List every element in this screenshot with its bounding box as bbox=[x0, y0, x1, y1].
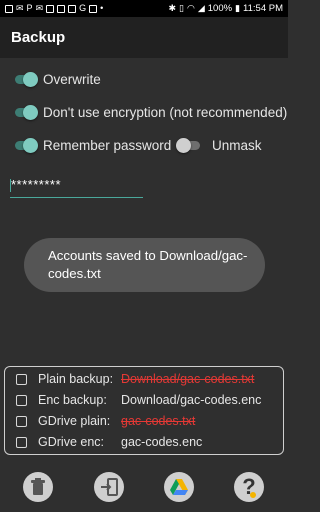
backup-files-panel: Plain backup: Download/gac-codes.txt Enc… bbox=[4, 366, 284, 455]
plain-backup-checkbox[interactable] bbox=[16, 373, 27, 385]
clock: 11:54 PM bbox=[243, 3, 283, 14]
page-title: Backup bbox=[11, 29, 66, 46]
no-encryption-switch[interactable] bbox=[13, 104, 39, 120]
vibrate-icon: ▯ bbox=[179, 3, 184, 13]
linkedin-icon bbox=[46, 4, 55, 13]
app-bar: Backup bbox=[0, 17, 288, 58]
notification-icon bbox=[89, 4, 98, 13]
status-system: ✱ ▯ ◠ ◢ 100% ▮ 11:54 PM bbox=[168, 3, 283, 14]
overwrite-switch[interactable] bbox=[13, 71, 39, 87]
password-value: ********* bbox=[11, 177, 62, 192]
file-row-enc-backup[interactable]: Enc backup: bbox=[16, 393, 107, 407]
mail-icon: ✉ bbox=[35, 3, 44, 13]
file-row-plain-backup[interactable]: Plain backup: bbox=[16, 372, 113, 386]
file-row-gdrive-plain[interactable]: GDrive plain: bbox=[16, 414, 110, 428]
file-name: Download/gac-codes.enc bbox=[121, 393, 262, 407]
unmask-label: Unmask bbox=[212, 137, 262, 153]
unmask-toggle-row[interactable]: Unmask bbox=[176, 137, 262, 153]
wifi-icon: ◠ bbox=[186, 3, 195, 13]
remember-password-toggle-row[interactable]: Remember password bbox=[13, 137, 171, 153]
remember-password-label: Remember password bbox=[43, 137, 172, 153]
bluetooth-icon: ✱ bbox=[168, 3, 177, 13]
google-drive-button[interactable] bbox=[164, 472, 194, 502]
help-icon: ? bbox=[242, 475, 256, 499]
toast-text: Accounts saved to Download/gac-codes.txt bbox=[48, 248, 248, 281]
enc-backup-checkbox[interactable] bbox=[16, 394, 27, 406]
file-label: Plain backup: bbox=[38, 372, 114, 386]
import-icon bbox=[101, 478, 118, 496]
unmask-switch[interactable] bbox=[176, 137, 202, 153]
file-row-gdrive-enc[interactable]: GDrive enc: bbox=[16, 435, 104, 449]
file-label: GDrive enc: bbox=[38, 435, 104, 449]
file-name: gac-codes.enc bbox=[121, 435, 203, 449]
toast-message: Accounts saved to Download/gac-codes.txt bbox=[24, 238, 265, 292]
google-icon: G bbox=[79, 3, 87, 13]
status-icons: ✉ P ✉ G • bbox=[5, 4, 103, 13]
file-label: Enc backup: bbox=[38, 393, 107, 407]
gdrive-enc-checkbox[interactable] bbox=[16, 436, 27, 448]
paypal-icon: P bbox=[26, 3, 33, 13]
battery-icon: ▮ bbox=[235, 3, 241, 13]
overwrite-label: Overwrite bbox=[43, 71, 101, 87]
no-encryption-label: Don't use encryption (not recommended) bbox=[43, 104, 288, 120]
file-name: gac-codes.txt bbox=[121, 414, 196, 428]
battery-percent: 100% bbox=[207, 3, 233, 14]
status-bar: ✉ P ✉ G • ✱ ▯ ◠ ◢ 100% ▮ 11:54 PM bbox=[0, 0, 288, 17]
password-input[interactable]: ********* bbox=[10, 176, 143, 198]
notification-icon bbox=[57, 4, 66, 13]
file-name: Download/gac-codes.txt bbox=[121, 372, 255, 386]
overwrite-toggle-row[interactable]: Overwrite bbox=[13, 71, 101, 87]
remember-password-switch[interactable] bbox=[13, 137, 39, 153]
google-drive-icon bbox=[170, 479, 188, 495]
mail-icon: ✉ bbox=[16, 3, 24, 13]
image-icon bbox=[68, 4, 77, 13]
file-label: GDrive plain: bbox=[38, 414, 111, 428]
import-button[interactable] bbox=[94, 472, 124, 502]
more-icon: • bbox=[100, 3, 104, 13]
signal-icon: ◢ bbox=[197, 3, 205, 13]
gdrive-plain-checkbox[interactable] bbox=[16, 415, 27, 427]
notification-icon bbox=[5, 4, 13, 13]
delete-button[interactable] bbox=[23, 472, 53, 502]
trash-icon bbox=[31, 478, 45, 495]
no-encryption-toggle-row[interactable]: Don't use encryption (not recommended) bbox=[13, 104, 287, 120]
help-button[interactable]: ? bbox=[234, 472, 264, 502]
